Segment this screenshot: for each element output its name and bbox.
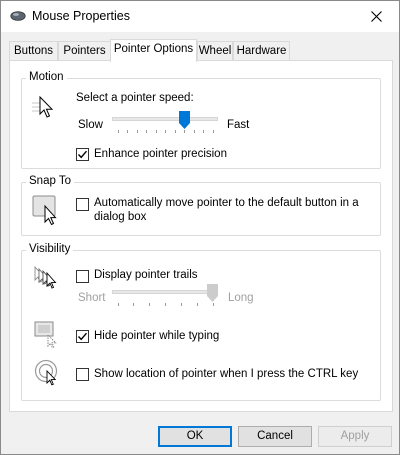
speed-slider-thumb[interactable] xyxy=(178,111,190,129)
apply-button[interactable]: Apply xyxy=(318,426,392,447)
window-title: Mouse Properties xyxy=(32,9,130,23)
slider-tick xyxy=(117,303,119,306)
pointer-trails-slider[interactable] xyxy=(112,284,218,312)
slider-tick xyxy=(165,303,166,306)
close-icon xyxy=(370,11,382,22)
slider-tick xyxy=(165,130,166,133)
show-location-label[interactable]: Show location of pointer when I press th… xyxy=(94,368,358,380)
slider-tick xyxy=(146,130,147,133)
tab-pointers[interactable]: Pointers xyxy=(58,41,111,61)
speed-slider-ticks xyxy=(112,130,218,134)
slider-tick xyxy=(212,303,214,306)
snap-to-checkbox[interactable] xyxy=(76,198,89,211)
enhance-precision-checkbox[interactable] xyxy=(76,148,89,161)
trails-slider-track xyxy=(112,290,218,294)
motion-group: Motion Select a pointer speed: Slow Fast xyxy=(21,71,381,169)
title-bar: Mouse Properties xyxy=(1,1,399,32)
snap-to-label-line1[interactable]: Automatically move pointer to the defaul… xyxy=(94,197,359,209)
slider-tick xyxy=(203,130,204,133)
tab-pointer-options[interactable]: Pointer Options xyxy=(110,39,197,62)
slider-tick xyxy=(212,130,214,133)
slider-tick xyxy=(180,303,182,306)
checkmark-icon xyxy=(77,150,88,159)
slider-tick xyxy=(133,303,135,306)
visibility-group: Visibility Display pointer trails Short … xyxy=(21,243,381,401)
pointer-speed-icon xyxy=(32,95,54,118)
enhance-precision-label[interactable]: Enhance pointer precision xyxy=(94,148,227,160)
snap-to-group-label: Snap To xyxy=(26,175,74,187)
slider-tick xyxy=(127,130,128,133)
snap-to-label-line2[interactable]: dialog box xyxy=(94,211,146,223)
ok-button[interactable]: OK xyxy=(158,426,232,447)
pointer-trails-checkbox[interactable] xyxy=(76,270,89,283)
tab-wheel[interactable]: Wheel xyxy=(197,41,233,61)
mouse-properties-window: Mouse Properties Buttons Pointers Pointe… xyxy=(0,0,400,455)
slider-tick xyxy=(174,130,176,133)
pointer-trails-label[interactable]: Display pointer trails xyxy=(94,269,198,281)
motion-group-label: Motion xyxy=(26,71,67,83)
checkmark-icon xyxy=(77,332,88,341)
visibility-group-label: Visibility xyxy=(26,243,74,255)
speed-slider-track xyxy=(112,117,218,121)
pointer-trails-icon xyxy=(34,265,57,289)
close-button[interactable] xyxy=(353,1,399,32)
tab-strip: Buttons Pointers Pointer Options Wheel H… xyxy=(9,39,393,62)
slider-tick xyxy=(136,130,138,133)
hide-pointer-checkbox[interactable] xyxy=(76,330,89,343)
cancel-button[interactable]: Cancel xyxy=(238,426,312,447)
trails-slider-thumb[interactable] xyxy=(207,284,218,302)
long-label: Long xyxy=(228,292,254,304)
pointer-speed-label: Select a pointer speed: xyxy=(76,92,194,104)
snap-to-icon xyxy=(32,195,57,225)
short-label: Short xyxy=(78,292,106,304)
mouse-icon xyxy=(10,11,26,21)
fast-label: Fast xyxy=(227,119,250,131)
hide-pointer-label[interactable]: Hide pointer while typing xyxy=(94,330,219,342)
slider-tick xyxy=(196,303,198,306)
trails-slider-ticks xyxy=(112,303,218,307)
tab-hardware[interactable]: Hardware xyxy=(233,41,290,61)
hide-pointer-icon xyxy=(34,321,57,349)
slow-label: Slow xyxy=(78,119,103,131)
slider-tick xyxy=(155,130,157,133)
tab-panel: Motion Select a pointer speed: Slow Fast xyxy=(9,60,393,412)
slider-tick xyxy=(149,303,151,306)
snap-to-group: Snap To Automatically move pointer to th… xyxy=(21,175,381,236)
tab-buttons[interactable]: Buttons xyxy=(9,41,58,61)
slider-tick xyxy=(117,130,119,133)
slider-tick xyxy=(184,130,185,133)
show-location-checkbox[interactable] xyxy=(76,368,89,381)
pointer-speed-slider[interactable] xyxy=(112,111,218,139)
pointer-location-icon xyxy=(34,359,58,386)
slider-tick xyxy=(193,130,195,133)
